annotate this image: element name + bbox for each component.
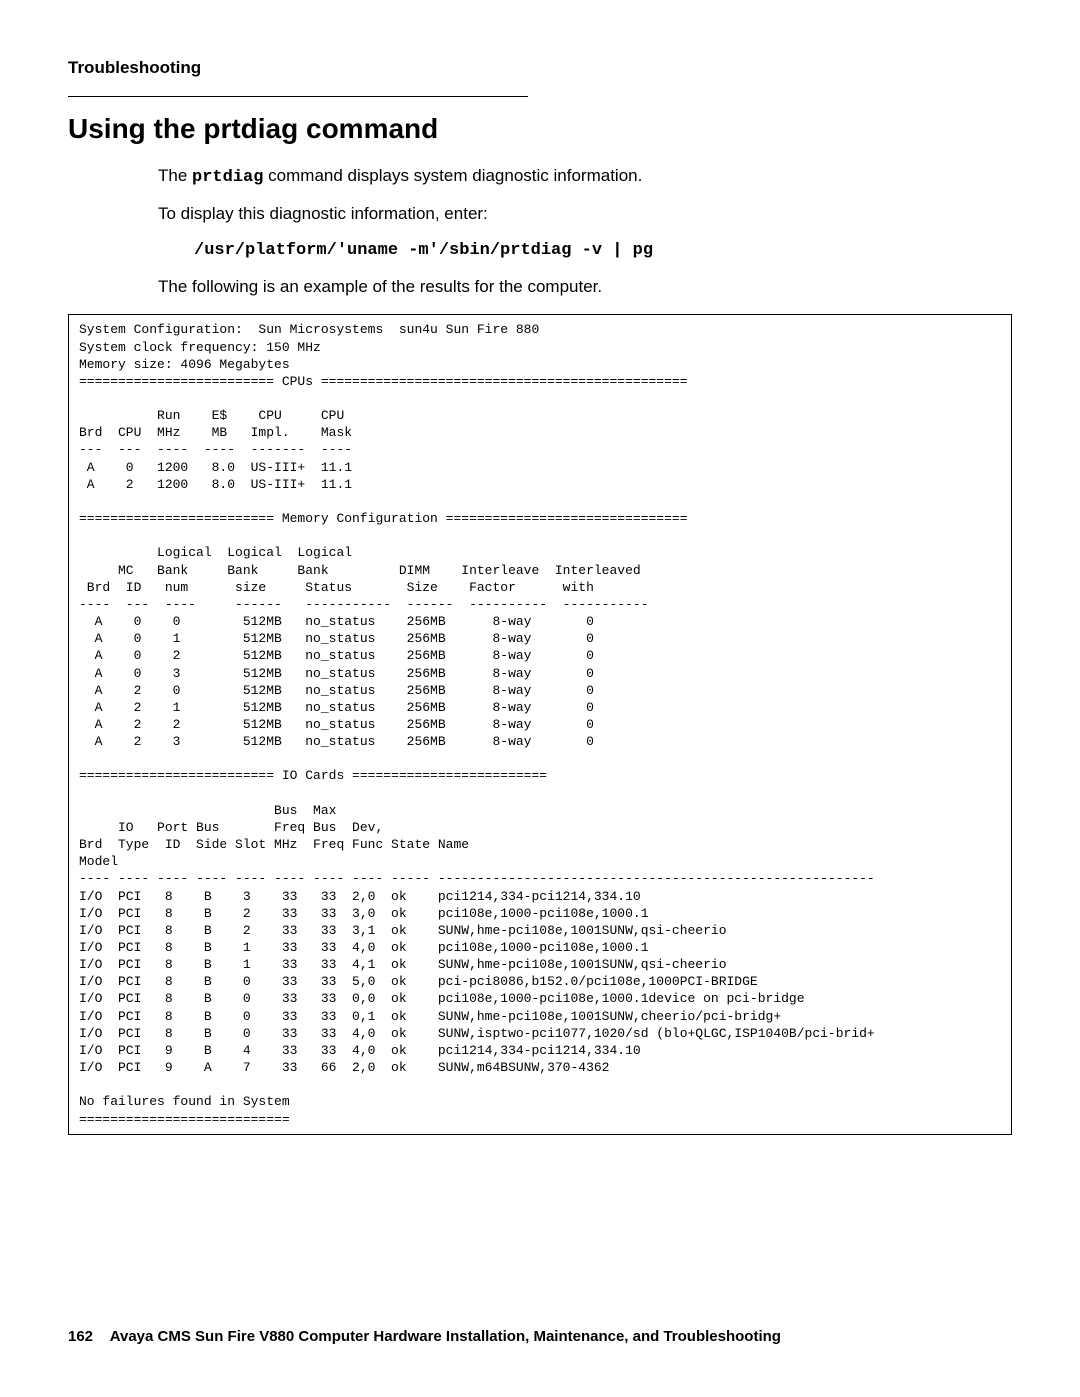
body-block: The prtdiag command displays system diag… — [158, 163, 1012, 300]
page-footer: 162 Avaya CMS Sun Fire V880 Computer Har… — [68, 1328, 781, 1345]
running-header: Troubleshooting — [68, 58, 1012, 78]
section-title: Using the prtdiag command — [68, 113, 1012, 145]
intro-paragraph-1: The prtdiag command displays system diag… — [158, 163, 1012, 191]
inline-code-prtdiag: prtdiag — [192, 168, 263, 187]
terminal-output: System Configuration: Sun Microsystems s… — [68, 314, 1012, 1134]
intro-p1-text-b: command displays system diagnostic infor… — [263, 166, 642, 185]
intro-p1-text-a: The — [158, 166, 192, 185]
intro-paragraph-2: To display this diagnostic information, … — [158, 201, 1012, 227]
intro-paragraph-3: The following is an example of the resul… — [158, 274, 1012, 300]
footer-title: Avaya CMS Sun Fire V880 Computer Hardwar… — [110, 1328, 781, 1345]
page-number: 162 — [68, 1328, 93, 1345]
command-line: /usr/platform/'uname -m'/sbin/prtdiag -v… — [194, 238, 1012, 264]
section-divider — [68, 96, 528, 97]
